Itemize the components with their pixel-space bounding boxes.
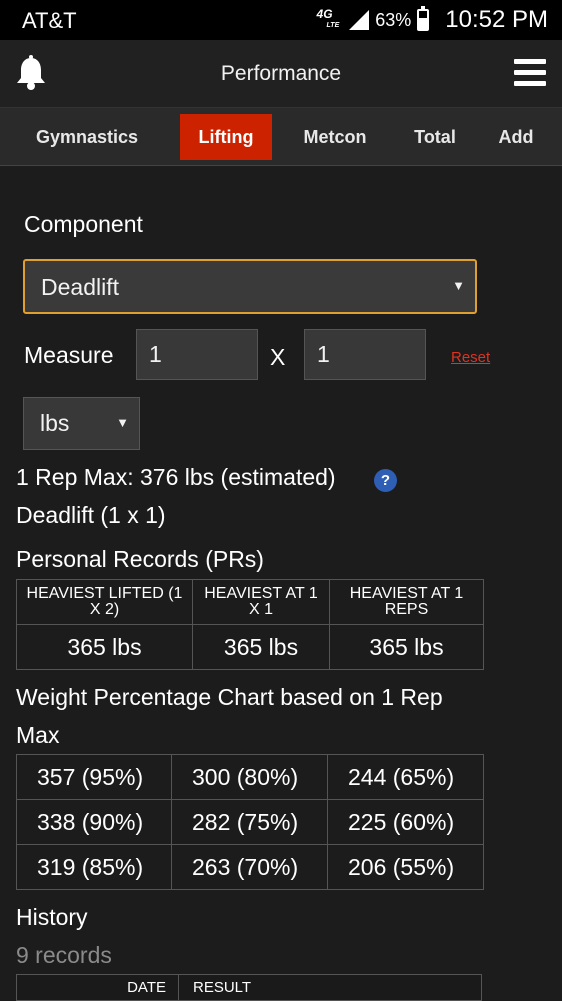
weight-chart-heading: Weight Percentage Chart based on 1 Rep bbox=[16, 684, 443, 710]
history-header-result[interactable]: RESULT bbox=[178, 974, 482, 1001]
pr-heading: Personal Records (PRs) bbox=[16, 546, 264, 572]
one-rep-max-text: 1 Rep Max: 376 lbs (estimated) bbox=[16, 464, 336, 490]
pr-value-heaviest-1x1: 365 lbs bbox=[192, 624, 330, 670]
history-table: DATE RESULT bbox=[16, 974, 482, 1001]
tab-gymnastics[interactable]: Gymnastics bbox=[22, 114, 152, 160]
measure-times-label: X bbox=[270, 344, 286, 370]
measure-sets-value: 1 bbox=[149, 341, 162, 367]
history-heading: History bbox=[16, 904, 88, 930]
table-cell: 282 (75%) bbox=[171, 799, 328, 845]
table-row: 319 (85%) 263 (70%) 206 (55%) bbox=[16, 844, 484, 890]
table-cell: 206 (55%) bbox=[327, 844, 484, 890]
tab-add[interactable]: Add bbox=[486, 114, 546, 160]
menu-bar-top bbox=[514, 59, 546, 64]
tab-lifting[interactable]: Lifting bbox=[180, 114, 272, 160]
status-icons: 4G LTE 63% 10:52 PM bbox=[317, 6, 548, 34]
history-record-count: 9 records bbox=[16, 942, 112, 968]
table-row: 357 (95%) 300 (80%) 244 (65%) bbox=[16, 754, 484, 800]
page-title: Performance bbox=[220, 62, 342, 85]
unit-selected-value: lbs bbox=[40, 410, 70, 436]
measure-reps-value: 1 bbox=[317, 341, 330, 367]
pr-value-heaviest-lifted: 365 lbs bbox=[16, 624, 193, 670]
carrier-name: AT&T bbox=[22, 8, 77, 33]
reset-link[interactable]: Reset bbox=[451, 349, 490, 366]
component-selected-value: Deadlift bbox=[41, 274, 119, 300]
table-cell: 357 (95%) bbox=[16, 754, 172, 800]
measure-sets-input[interactable]: 1 bbox=[136, 329, 258, 380]
table-cell: 263 (70%) bbox=[171, 844, 328, 890]
table-cell: 319 (85%) bbox=[16, 844, 172, 890]
signal-icon bbox=[349, 10, 370, 30]
menu-bar-bottom bbox=[514, 81, 546, 86]
weight-chart-heading-cont: Max bbox=[16, 722, 60, 748]
measure-reps-input[interactable]: 1 bbox=[304, 329, 426, 380]
category-tabs: Gymnastics Lifting Metcon Total Add bbox=[0, 108, 562, 166]
component-select[interactable]: Deadlift ▼ bbox=[23, 259, 477, 314]
table-header-row: HEAVIEST LIFTED (1 X 2) HEAVIEST AT 1 X … bbox=[16, 579, 484, 625]
network-type: 4G bbox=[316, 7, 333, 21]
table-cell: 244 (65%) bbox=[327, 754, 484, 800]
status-bar: AT&T 4G LTE 63% 10:52 PM bbox=[0, 0, 562, 40]
menu-icon[interactable] bbox=[514, 59, 546, 87]
clock: 10:52 PM bbox=[445, 6, 548, 33]
dropdown-arrow-icon: ▼ bbox=[452, 278, 465, 293]
dropdown-arrow-icon: ▼ bbox=[116, 415, 129, 430]
battery-percent: 63% bbox=[375, 9, 412, 30]
table-row: 365 lbs 365 lbs 365 lbs bbox=[16, 624, 484, 670]
history-header-date[interactable]: DATE bbox=[16, 974, 179, 1001]
pr-header-heaviest-lifted: HEAVIEST LIFTED (1 X 2) bbox=[16, 579, 193, 625]
table-cell: 225 (60%) bbox=[327, 799, 484, 845]
unit-select[interactable]: lbs ▼ bbox=[23, 397, 140, 450]
tab-total[interactable]: Total bbox=[396, 114, 474, 160]
weight-percentage-table: 357 (95%) 300 (80%) 244 (65%) 338 (90%) … bbox=[16, 754, 484, 890]
app-bar: Performance bbox=[0, 40, 562, 108]
menu-bar-middle bbox=[514, 70, 546, 75]
lift-name-text: Deadlift (1 x 1) bbox=[16, 502, 166, 528]
network-subtype: LTE bbox=[326, 22, 340, 29]
pr-header-heaviest-1x1: HEAVIEST AT 1 X 1 bbox=[192, 579, 330, 625]
table-cell: 300 (80%) bbox=[171, 754, 328, 800]
battery-icon bbox=[417, 6, 430, 31]
pr-value-heaviest-1-reps: 365 lbs bbox=[329, 624, 484, 670]
network-4g-lte-icon: 4G LTE bbox=[317, 8, 340, 32]
help-icon[interactable]: ? bbox=[374, 469, 397, 492]
table-header-row: DATE RESULT bbox=[16, 974, 482, 1001]
pr-header-heaviest-1-reps: HEAVIEST AT 1 REPS bbox=[329, 579, 484, 625]
pr-table: HEAVIEST LIFTED (1 X 2) HEAVIEST AT 1 X … bbox=[16, 579, 484, 670]
component-label: Component bbox=[24, 211, 143, 237]
measure-label: Measure bbox=[24, 342, 114, 368]
table-row: 338 (90%) 282 (75%) 225 (60%) bbox=[16, 799, 484, 845]
battery-level bbox=[419, 17, 428, 29]
tab-metcon[interactable]: Metcon bbox=[290, 114, 380, 160]
table-cell: 338 (90%) bbox=[16, 799, 172, 845]
